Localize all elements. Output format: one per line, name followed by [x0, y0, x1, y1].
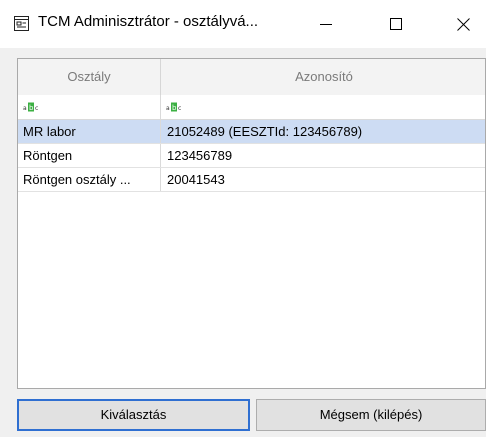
minimize-icon [320, 24, 332, 25]
cell-osztaly: Röntgen osztály ... [18, 168, 161, 191]
filter-cell-azonosito[interactable]: a b c [161, 95, 485, 119]
svg-text:b: b [172, 104, 177, 112]
svg-text:a: a [23, 105, 27, 112]
department-grid[interactable]: Osztály Azonosító a b c a b c MR labor 2… [17, 58, 486, 389]
select-button[interactable]: Kiválasztás [17, 399, 250, 431]
abc-filter-icon: a b c [23, 102, 38, 112]
abc-filter-icon: a b c [166, 102, 181, 112]
table-row[interactable]: MR labor 21052489 (EESZTId: 123456789) [18, 120, 485, 144]
column-header-azonosito[interactable]: Azonosító [161, 59, 485, 95]
app-window-icon [14, 16, 29, 31]
table-row[interactable]: Röntgen osztály ... 20041543 [18, 168, 485, 192]
column-header-osztaly[interactable]: Osztály [18, 59, 161, 95]
cell-osztaly: MR labor [18, 120, 161, 143]
cell-azonosito: 21052489 (EESZTId: 123456789) [167, 124, 363, 139]
close-icon [456, 17, 470, 31]
cell-osztaly: Röntgen [18, 144, 161, 167]
title-bar[interactable]: TCM Adminisztrátor - osztályvá... [0, 0, 486, 48]
table-row[interactable]: Röntgen 123456789 [18, 144, 485, 168]
maximize-icon [390, 18, 402, 30]
cancel-button[interactable]: Mégsem (kilépés) [256, 399, 486, 431]
svg-text:c: c [178, 105, 181, 112]
cell-azonosito: 20041543 [167, 172, 225, 187]
dialog-window: TCM Adminisztrátor - osztályvá... Osztál… [0, 0, 486, 437]
grid-header: Osztály Azonosító [18, 59, 485, 96]
svg-text:b: b [29, 104, 34, 112]
close-button[interactable] [440, 0, 486, 48]
filter-cell-osztaly[interactable]: a b c [18, 95, 161, 119]
svg-text:a: a [166, 105, 170, 112]
minimize-button[interactable] [303, 0, 349, 48]
maximize-button[interactable] [373, 0, 419, 48]
window-title: TCM Adminisztrátor - osztályvá... [38, 13, 259, 30]
filter-row: a b c a b c [18, 95, 485, 120]
svg-text:c: c [35, 105, 38, 112]
cell-azonosito: 123456789 [167, 148, 233, 163]
